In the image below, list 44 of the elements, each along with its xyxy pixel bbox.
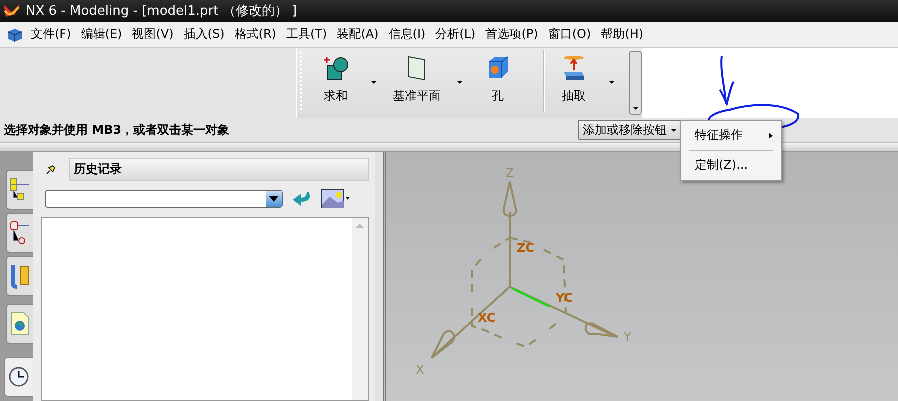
unite-shapes-icon [322,54,350,82]
window-title: NX 6 - Modeling - [model1.prt （修改的） ] [26,3,298,20]
toolbar-grip[interactable] [300,52,305,110]
menu-item[interactable]: 编辑(E) [76,26,128,43]
menu-item[interactable]: 工具(T) [281,26,332,43]
tree-icon [9,220,31,246]
menu-item[interactable]: 插入(S) [178,26,230,43]
resource-tab[interactable] [4,357,33,397]
menu-item[interactable]: 首选项(P) [480,26,544,43]
prompt-message: 选择对象并使用 MB3，或者双击某一对象 [3,122,231,138]
landscape-picture-icon[interactable] [321,189,351,209]
dropdown-caret-icon[interactable] [609,81,615,84]
app-logo-icon [3,3,21,19]
panel-title: 历史记录 [69,158,369,181]
dropdown-caret-icon[interactable] [457,81,463,84]
cube-icon [6,26,24,42]
menu-item[interactable]: 视图(V) [127,26,179,43]
toolbar-button[interactable]: 基准平面 [389,48,445,105]
menu-item[interactable]: 格式(R) [230,26,282,43]
constraint-icon [9,263,31,289]
menu-item[interactable]: 分析(L) [430,26,481,43]
menu-item[interactable]: 特征操作 [681,123,781,148]
menu-item[interactable]: 文件(F) [26,26,76,43]
toolbar-button[interactable]: 求和 [313,48,359,105]
resource-tab[interactable] [6,256,33,296]
add-remove-buttons-button[interactable]: 添加或移除按钮 [578,120,682,140]
clock-icon [8,366,30,388]
document-globe-icon [9,311,31,337]
resource-tab[interactable] [6,213,33,253]
toolbar-button[interactable]: 抽取 [551,48,597,105]
menu-item[interactable]: 帮助(H) [596,26,649,43]
resource-tab[interactable] [6,170,33,210]
dropdown-caret-icon[interactable] [371,81,377,84]
menu-item[interactable]: 信息(I) [384,26,431,43]
resource-tab[interactable] [6,304,33,344]
menu-item[interactable]: 装配(A) [332,26,384,43]
tree-icon [9,177,31,203]
toolbar-button[interactable]: 孔 [475,48,521,105]
scrollbar[interactable] [352,218,368,400]
toolbar-overflow-button[interactable] [629,51,642,115]
pin-icon[interactable] [45,164,57,176]
menu-item[interactable]: 窗口(O) [543,26,596,43]
return-arrow-icon[interactable] [291,190,313,208]
filter-combo-box[interactable] [45,190,283,208]
